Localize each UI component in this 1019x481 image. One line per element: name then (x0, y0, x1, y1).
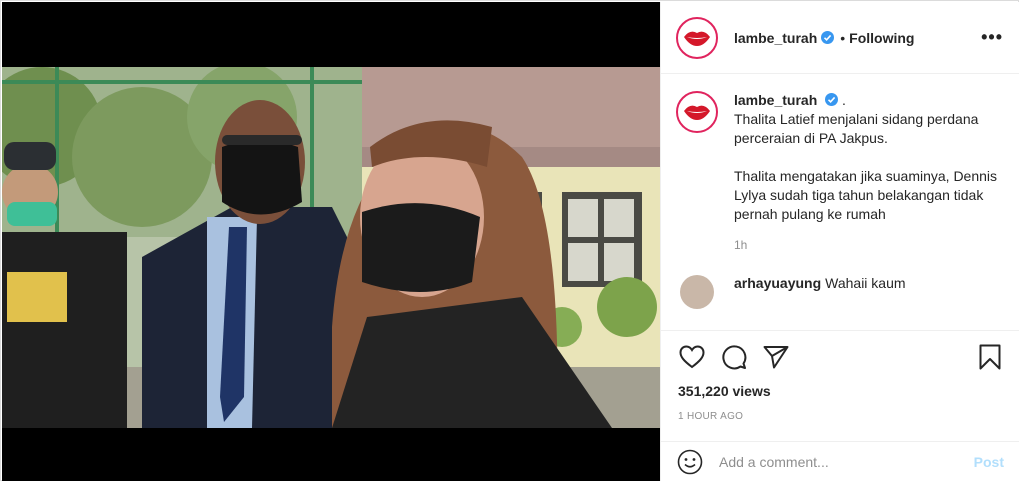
paper-plane-icon (763, 346, 789, 369)
lips-logo-icon (680, 20, 714, 55)
post-media (2, 2, 660, 481)
caption-timestamp[interactable]: 1h (734, 236, 1004, 255)
comment-item: arhayuayung Wahaii kaum (676, 275, 1004, 309)
comment-text: Wahaii kaum (825, 275, 906, 291)
emoji-icon[interactable] (677, 449, 703, 475)
add-comment-bar: Post (661, 441, 1019, 481)
caption-suffix: . (842, 92, 846, 108)
separator-dot: • (840, 29, 846, 46)
following-button[interactable]: Following (849, 30, 914, 46)
action-bar (678, 331, 1004, 383)
comment-bubble-icon (722, 345, 747, 370)
heart-icon (679, 345, 705, 369)
instagram-post-frame: lambe_turah • Following ••• lambe_turah … (0, 0, 1019, 481)
share-button[interactable] (762, 343, 790, 371)
verified-badge-icon (821, 31, 835, 44)
avatar[interactable] (676, 16, 718, 59)
caption-avatar[interactable] (676, 91, 718, 133)
verified-badge-icon (825, 92, 839, 106)
caption-username[interactable]: lambe_turah (734, 92, 817, 108)
comment-avatar[interactable] (680, 275, 714, 309)
comment-button[interactable] (720, 343, 748, 371)
post-header: lambe_turah • Following ••• (661, 2, 1019, 74)
post-actions: 351,220 views 1 HOUR AGO (661, 330, 1019, 422)
save-button[interactable] (976, 343, 1004, 371)
caption-body: lambe_turah . Thalita Latief menjalani s… (734, 91, 1004, 255)
caption: lambe_turah . Thalita Latief menjalani s… (676, 91, 1004, 255)
view-count[interactable]: 351,220 views (678, 383, 1004, 399)
post-username[interactable]: lambe_turah (734, 30, 817, 46)
lips-logo-icon (680, 95, 714, 129)
like-button[interactable] (678, 343, 706, 371)
video-frame-illustration (2, 67, 660, 428)
post-side-panel: lambe_turah • Following ••• lambe_turah … (660, 2, 1019, 481)
comment-username[interactable]: arhayuayung (734, 275, 821, 291)
post-timestamp[interactable]: 1 HOUR AGO (678, 411, 1004, 422)
comments-section: lambe_turah . Thalita Latief menjalani s… (661, 75, 1019, 330)
comment-input[interactable] (719, 453, 974, 470)
video-player[interactable] (2, 67, 660, 428)
caption-text: Thalita Latief menjalani sidang perdana … (734, 111, 998, 222)
post-comment-button[interactable]: Post (974, 454, 1004, 470)
more-options-icon[interactable]: ••• (981, 27, 1003, 48)
bookmark-icon (979, 344, 1001, 370)
